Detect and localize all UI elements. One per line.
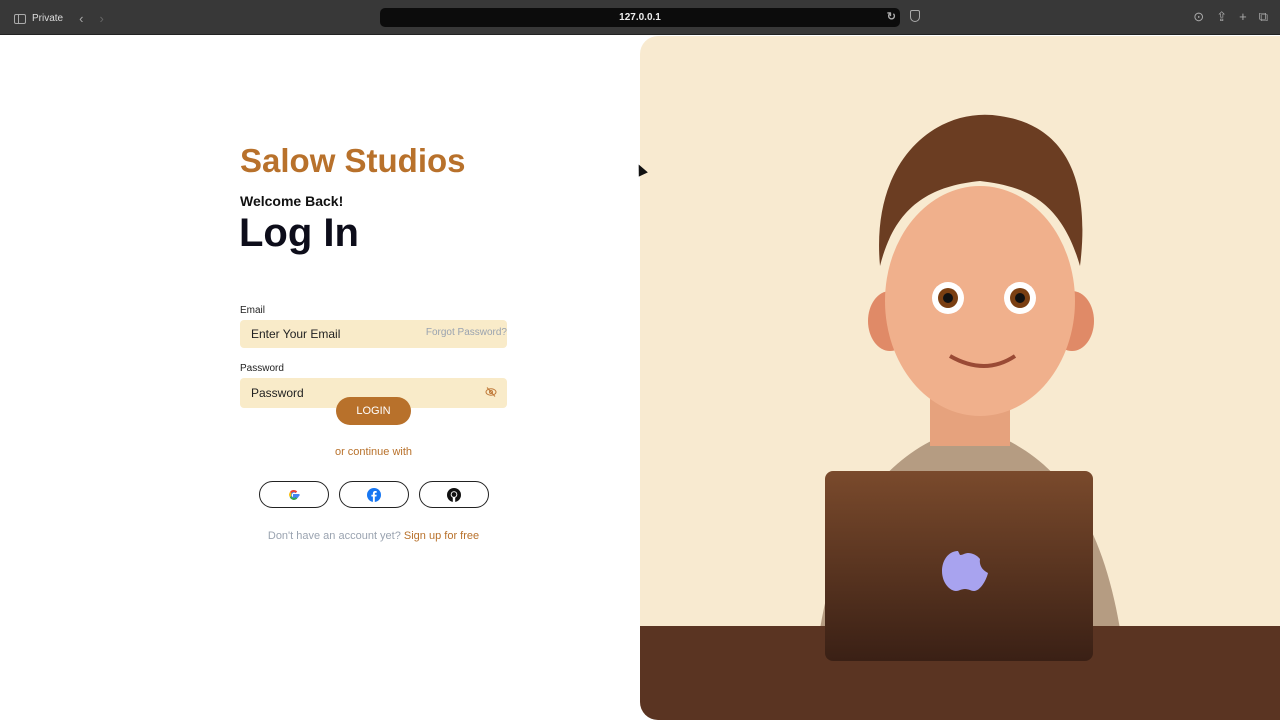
back-icon[interactable]: ‹ — [79, 11, 83, 26]
boy-with-laptop-illustration — [640, 114, 1280, 720]
new-tab-icon[interactable]: + — [1239, 9, 1247, 25]
hero-illustration — [640, 36, 1280, 720]
email-label: Email — [240, 305, 266, 316]
login-button[interactable]: LOGIN — [336, 397, 411, 425]
privacy-shield-icon[interactable] — [910, 10, 920, 22]
eye-off-icon[interactable] — [485, 386, 497, 398]
github-icon — [447, 487, 461, 502]
forward-icon[interactable]: › — [99, 11, 103, 26]
browser-toolbar: Private ‹ › 127.0.0.1 ↻ ⊙ ⇪ + ⧉ — [0, 0, 1280, 35]
brand-logo: Salow Studios — [240, 142, 466, 179]
signup-prompt: Don't have an account yet? Sign up for f… — [240, 530, 507, 542]
reload-icon[interactable]: ↻ — [887, 8, 896, 27]
forgot-password-link[interactable]: Forgot Password? — [400, 327, 507, 338]
email-placeholder: Enter Your Email — [251, 327, 341, 341]
download-icon[interactable]: ⊙ — [1193, 9, 1204, 25]
facebook-login-button[interactable] — [339, 481, 409, 508]
address-bar[interactable]: 127.0.0.1 ↻ — [380, 8, 900, 27]
welcome-text: Welcome Back! — [240, 193, 344, 209]
password-placeholder: Password — [251, 386, 304, 400]
sidebar-toggle-icon[interactable] — [14, 13, 26, 24]
or-continue-text: or continue with — [334, 446, 413, 458]
no-account-text: Don't have an account yet? — [267, 530, 401, 542]
private-label: Private — [32, 13, 64, 24]
github-login-button[interactable] — [419, 481, 489, 508]
google-icon — [289, 489, 300, 500]
signup-link[interactable]: Sign up for free — [404, 530, 479, 542]
url-text: 127.0.0.1 — [619, 12, 661, 23]
tabs-overview-icon[interactable]: ⧉ — [1259, 9, 1268, 25]
share-icon[interactable]: ⇪ — [1216, 9, 1227, 25]
google-login-button[interactable] — [259, 481, 329, 508]
page-title: Log In — [239, 211, 359, 255]
facebook-icon — [367, 487, 381, 502]
password-label: Password — [240, 363, 284, 374]
